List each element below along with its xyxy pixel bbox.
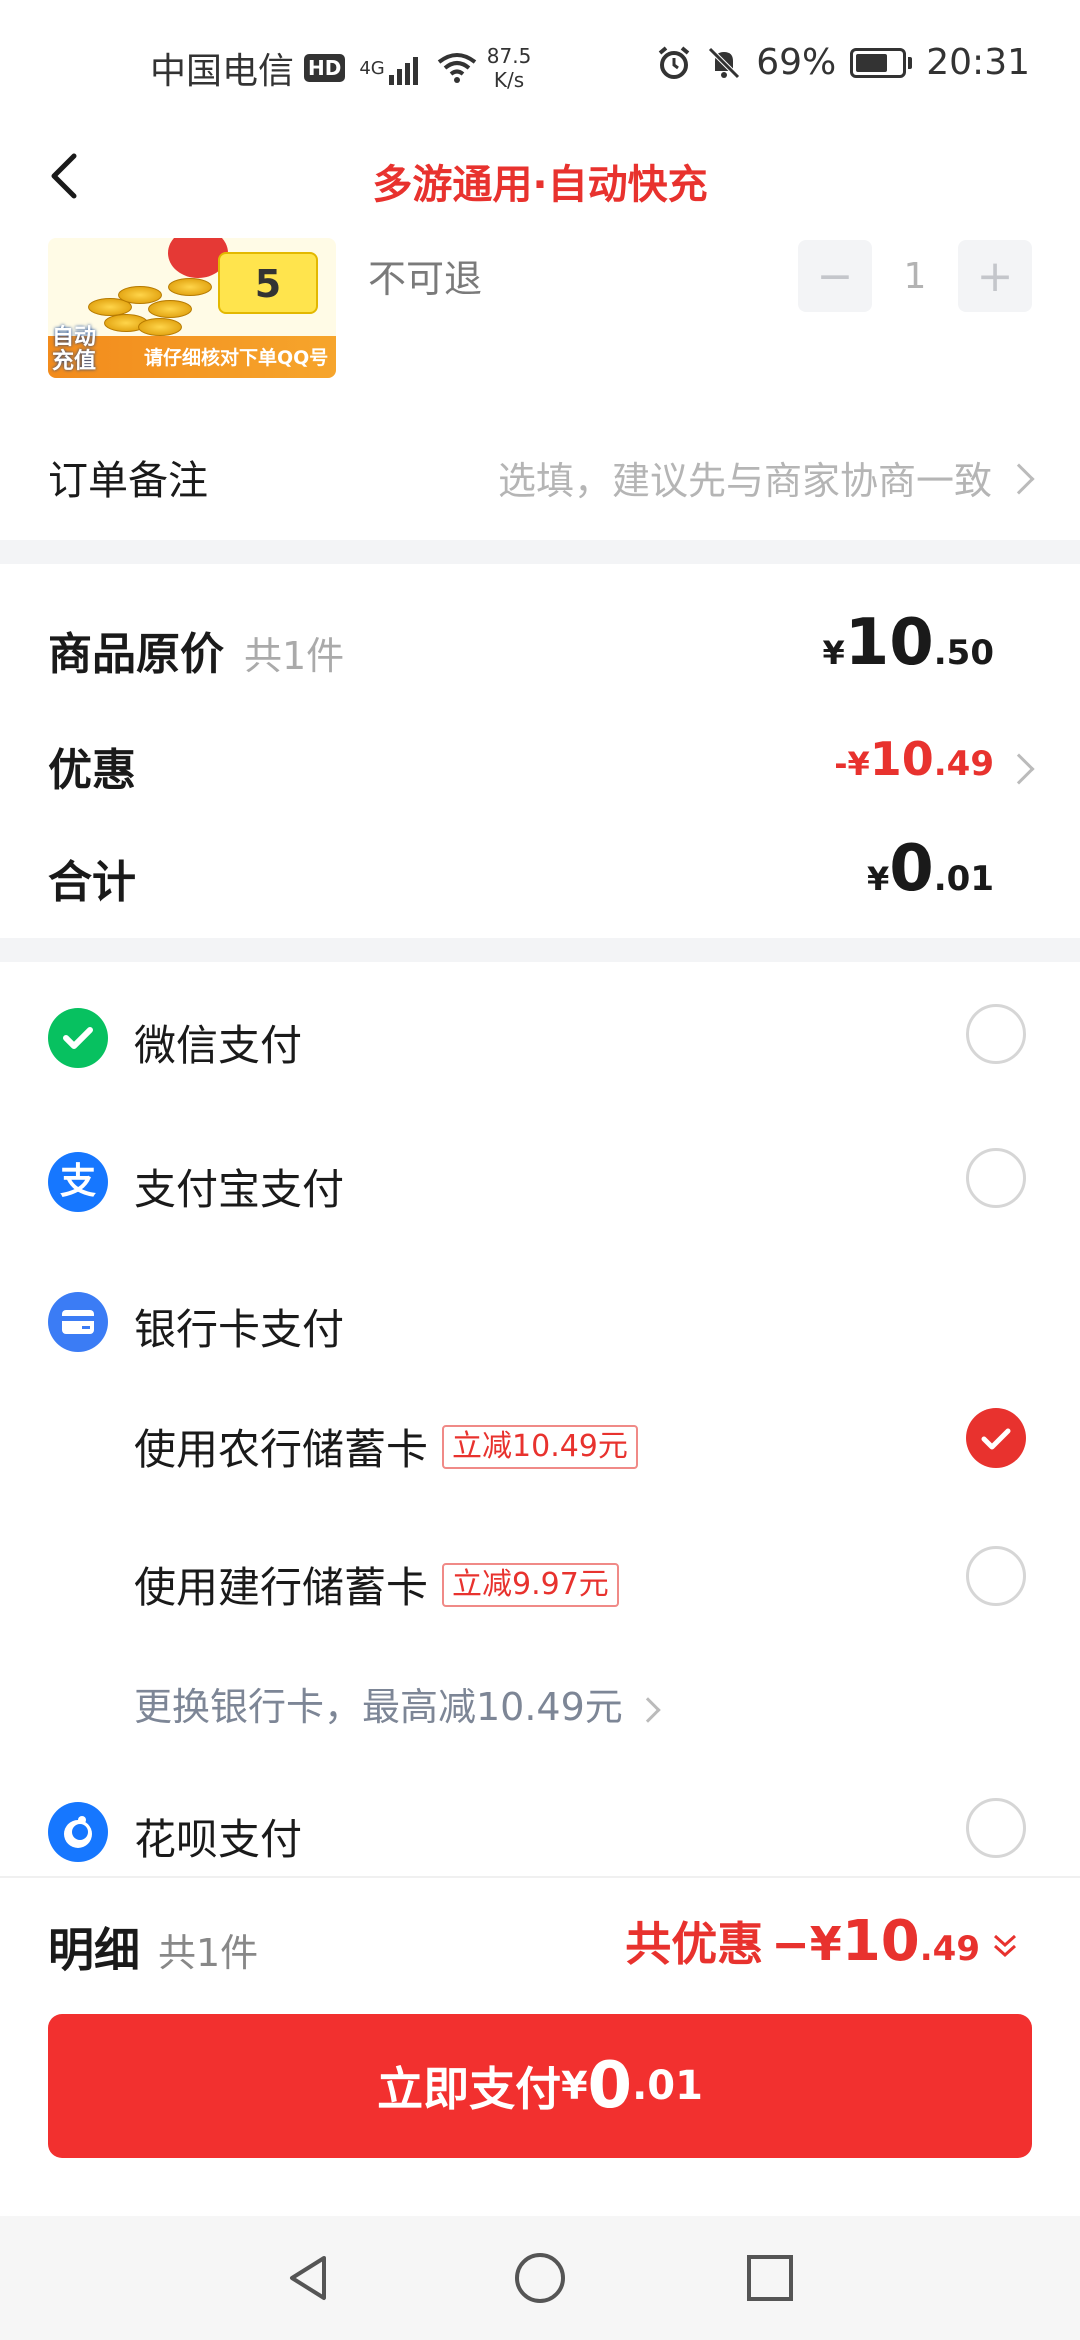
original-price-label: 商品原价 [48,629,224,680]
product-row: 5 请仔细核对下单QQ号 自动 充值 不可退 − 1 + [0,230,1080,410]
status-bar: 中国电信 HD 4G 87.5 K/s 69% 20:31 [0,0,1080,130]
detail-count: 共1件 [158,1931,259,1975]
checkout-bar: 明细 共1件 共优惠 −¥ 10 .49 立即支付 ¥0.01 [0,1876,1080,2216]
page-title: 多游通用·自动快充 [372,162,708,208]
huabei-radio[interactable] [966,1798,1026,1858]
remark-label: 订单备注 [48,458,208,504]
battery-percent: 69% [756,42,837,83]
product-image: 5 请仔细核对下单QQ号 自动 充值 [48,238,336,378]
remark-placeholder: 选填，建议先与商家协商一致 [497,459,992,503]
total-discount[interactable]: 共优惠 −¥ 10 .49 [625,1908,1018,1974]
huabei-label: 花呗支付 [134,1815,303,1864]
non-refundable-label: 不可退 [368,257,483,301]
pay-now-button[interactable]: 立即支付 ¥0.01 [48,2014,1032,2158]
nav-home-icon[interactable] [508,2246,572,2310]
abc-radio-checked[interactable] [966,1408,1026,1468]
quantity-stepper: − 1 + [798,240,1032,312]
abc-promo-tag: 立减10.49元 [442,1424,638,1469]
discount-row[interactable]: 优惠 -¥10.49 [0,720,1080,810]
chevron-right-icon [1003,753,1035,785]
nav-back-icon[interactable] [278,2246,342,2310]
total-label: 合计 [48,857,136,908]
battery-icon [850,47,913,78]
network-type: 4G [359,57,385,79]
payment-abc-card[interactable]: 使用农行储蓄卡 立减10.49元 [0,1388,1080,1488]
ccb-radio[interactable] [966,1546,1026,1606]
bank-card-icon [48,1292,108,1352]
chevron-down-double-icon [993,1934,1017,1958]
bank-pay-label: 银行卡支付 [134,1305,345,1354]
total-amount: ¥0.01 [866,832,994,906]
payment-alipay[interactable]: 支 支付宝支付 [0,1128,1080,1228]
divider [0,938,1080,962]
payment-bank: 银行卡支付 [0,1268,1080,1368]
alipay-icon: 支 [48,1152,108,1212]
chevron-right-icon [635,1696,661,1723]
decrease-button[interactable]: − [798,240,872,312]
mute-icon [708,46,741,79]
wechat-pay-icon [48,1008,108,1068]
change-bank-card-link[interactable]: 更换银行卡，最高减10.49元 [134,1676,661,1731]
clock: 20:31 [926,42,1030,83]
wechat-radio[interactable] [966,1004,1026,1064]
quantity-value: 1 [903,255,927,297]
abc-card-label: 使用农行储蓄卡 [134,1425,429,1474]
original-price: ¥10.50 [822,606,994,680]
hd-badge: HD [304,54,346,82]
system-nav-bar [0,2216,1080,2340]
total-row: 合计 ¥0.01 [0,826,1080,916]
payment-wechat[interactable]: 微信支付 [0,984,1080,1084]
discount-label: 优惠 [48,745,136,796]
wifi-icon [437,53,476,83]
increase-button[interactable]: + [958,240,1032,312]
chevron-right-icon [1003,463,1035,495]
payment-ccb-card[interactable]: 使用建行储蓄卡 立减9.97元 [0,1526,1080,1626]
header: 多游通用·自动快充 [0,130,1080,230]
ccb-promo-tag: 立减9.97元 [442,1562,619,1607]
detail-toggle[interactable]: 明细 共1件 [48,1914,258,1980]
check-icon [981,1428,1011,1450]
alipay-label: 支付宝支付 [134,1165,345,1214]
discount-amount: -¥10.49 [834,732,994,786]
network-speed: 87.5 K/s [486,44,532,92]
alipay-radio[interactable] [966,1148,1026,1208]
wechat-pay-label: 微信支付 [134,1021,303,1070]
order-remark-row[interactable]: 订单备注 选填，建议先与商家协商一致 [0,410,1080,540]
nav-recents-icon[interactable] [738,2246,802,2310]
huabei-icon [48,1802,108,1862]
original-price-row: 商品原价 共1件 ¥10.50 [0,600,1080,690]
carrier-name: 中国电信 [150,51,295,92]
payment-huabei[interactable]: 花呗支付 [0,1778,1080,1878]
signal-icon [388,51,421,85]
ccb-card-label: 使用建行储蓄卡 [134,1563,429,1612]
divider [0,540,1080,564]
item-count: 共1件 [244,634,345,678]
alarm-icon [658,45,690,79]
